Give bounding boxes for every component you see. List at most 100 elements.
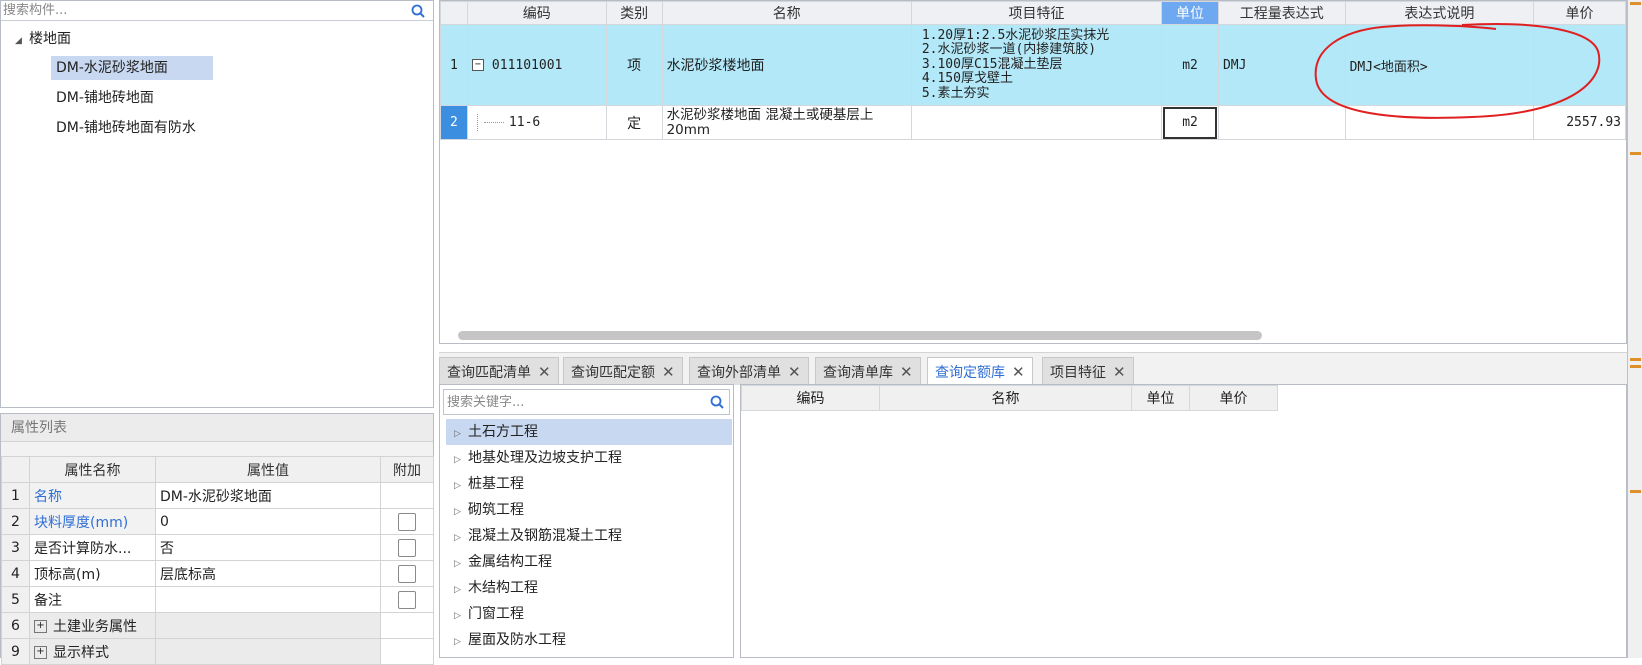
property-row[interactable]: 4 顶标高(m) 层底标高 xyxy=(1,560,434,587)
header-unit[interactable]: 单位 xyxy=(1131,385,1190,411)
prop-group[interactable]: + 土建业务属性 xyxy=(29,612,156,639)
tree-item-cement-floor[interactable]: DM-水泥砂浆地面 xyxy=(51,56,213,80)
code-cell[interactable]: −011101001 xyxy=(466,24,607,106)
unit-cell[interactable]: m2 xyxy=(1161,24,1219,106)
expand-triangle-icon[interactable]: ▷ xyxy=(454,525,468,551)
expand-triangle-icon[interactable]: ▷ xyxy=(454,447,468,473)
property-panel: 属性列表 属性名称 属性值 附加 1 名称 DM-水泥砂浆地面 2 块料厚度(m… xyxy=(0,413,434,665)
query-tab-bar: 查询匹配清单 ✕ 查询匹配定额 ✕ 查询外部清单 ✕ 查询清单库 ✕ 查询定额库 ✕ 项目… xyxy=(439,352,1627,385)
plus-box-icon[interactable]: + xyxy=(34,646,47,659)
header-name[interactable]: 名称 xyxy=(879,385,1132,411)
category-item[interactable]: ▷ 木结构工程 xyxy=(446,575,732,601)
features-cell[interactable]: 1.20厚1:2.5水泥砂浆压实抹光 2.水泥砂浆一道(内掺建筑胶) 3.100… xyxy=(910,24,1163,106)
quota-search-input[interactable] xyxy=(447,392,697,412)
quota-search xyxy=(443,389,730,415)
close-icon[interactable]: ✕ xyxy=(900,363,913,381)
tree-root[interactable]: ◢ 楼地面 xyxy=(15,28,71,50)
checkbox-icon[interactable] xyxy=(398,564,416,583)
header-unit[interactable]: 单位 xyxy=(1161,1,1219,25)
feature-line: 2.水泥砂浆一道(内掺建筑胶) xyxy=(921,42,1097,58)
category-label: 混凝土及钢筋混凝土工程 xyxy=(468,528,622,544)
close-icon[interactable]: ✕ xyxy=(1113,363,1126,381)
expand-triangle-icon[interactable]: ▷ xyxy=(454,421,468,447)
category-item[interactable]: ▷ 砌筑工程 xyxy=(446,497,732,523)
header-extra: 附加 xyxy=(380,456,434,483)
header-features[interactable]: 项目特征 xyxy=(910,1,1163,25)
tab-label: 查询外部清单 xyxy=(697,365,781,381)
type-cell[interactable]: 项 xyxy=(605,24,663,106)
header-blank xyxy=(1,456,30,483)
unit-cell[interactable]: m2 xyxy=(1161,105,1219,140)
prop-value[interactable]: DM-水泥砂浆地面 xyxy=(155,482,381,509)
close-icon[interactable]: ✕ xyxy=(1012,363,1025,381)
component-search-input[interactable] xyxy=(3,1,403,20)
expand-triangle-icon[interactable]: ▷ xyxy=(454,551,468,577)
header-name[interactable]: 名称 xyxy=(661,1,912,25)
header-code[interactable]: 编码 xyxy=(466,1,607,25)
close-icon[interactable]: ✕ xyxy=(788,363,801,381)
features-cell[interactable] xyxy=(910,105,1163,140)
expand-triangle-icon[interactable]: ▷ xyxy=(454,577,468,603)
property-row[interactable]: 1 名称 DM-水泥砂浆地面 xyxy=(1,482,434,509)
checkbox-icon[interactable] xyxy=(398,512,416,531)
row-number[interactable]: 2 xyxy=(440,105,468,140)
name-cell[interactable]: 水泥砂浆楼地面 混凝土或硬基层上 20mm xyxy=(661,105,912,140)
component-tree-panel: ◢楼地面 DM-水泥砂浆地面 DM-铺地砖地面 DM-铺地砖地面有防水 xyxy=(0,0,434,408)
category-item[interactable]: ▷ 桩基工程 xyxy=(446,471,732,497)
name-cell[interactable]: 水泥砂浆楼地面 xyxy=(661,24,912,106)
category-item[interactable]: ▷ 金属结构工程 xyxy=(446,549,732,575)
expand-triangle-icon[interactable]: ▷ xyxy=(454,629,468,655)
category-item[interactable]: ▷ 屋面及防水工程 xyxy=(446,627,732,653)
tree-item-tile-floor-waterproof[interactable]: DM-铺地砖地面有防水 xyxy=(51,116,213,140)
horizontal-scrollbar[interactable] xyxy=(458,331,1262,340)
tree-item-tile-floor[interactable]: DM-铺地砖地面 xyxy=(51,86,213,110)
bill-quota-grid: 编码 类别 名称 项目特征 单位 工程量表达式 表达式说明 单价 1 −0111… xyxy=(439,0,1627,344)
prop-name: 名称 xyxy=(29,482,156,509)
tab-match-bill[interactable]: 查询匹配清单 ✕ xyxy=(439,357,559,385)
expand-triangle-icon[interactable]: ▷ xyxy=(454,473,468,499)
component-search xyxy=(1,1,433,21)
search-icon[interactable] xyxy=(709,394,725,410)
prop-extra xyxy=(380,482,434,509)
checkbox-icon[interactable] xyxy=(398,590,416,609)
property-group-row[interactable]: 6 + 土建业务属性 xyxy=(1,612,434,639)
header-type[interactable]: 类别 xyxy=(605,1,663,25)
minus-box-icon[interactable]: − xyxy=(471,59,484,71)
property-row[interactable]: 3 是否计算防水... 否 xyxy=(1,534,434,561)
code-cell[interactable]: 11-6 xyxy=(466,105,607,140)
category-item[interactable]: ▷ 门窗工程 xyxy=(446,601,732,627)
expand-triangle-icon[interactable]: ▷ xyxy=(454,603,468,629)
property-row[interactable]: 5 备注 xyxy=(1,586,434,613)
category-item[interactable]: ▷ 混凝土及钢筋混凝土工程 xyxy=(446,523,732,549)
tab-bill-library[interactable]: 查询清单库 ✕ xyxy=(815,357,921,385)
prop-value[interactable] xyxy=(155,586,381,613)
quota-result-table: 编码 名称 单位 单价 xyxy=(741,385,1278,411)
row-number[interactable]: 1 xyxy=(440,24,468,106)
expand-triangle-icon[interactable]: ▷ xyxy=(454,499,468,525)
tab-quota-library[interactable]: 查询定额库 ✕ xyxy=(927,357,1033,385)
prop-value[interactable]: 否 xyxy=(155,534,381,561)
plus-box-icon[interactable]: + xyxy=(34,620,47,633)
close-icon[interactable]: ✕ xyxy=(538,363,551,381)
category-label: 屋面及防水工程 xyxy=(468,632,566,648)
prop-value[interactable]: 层底标高 xyxy=(155,560,381,587)
type-cell[interactable]: 定 xyxy=(605,105,663,140)
close-icon[interactable]: ✕ xyxy=(662,363,675,381)
property-row[interactable]: 2 块料厚度(mm) 0 xyxy=(1,508,434,535)
checkbox-icon[interactable] xyxy=(398,538,416,557)
tab-item-features[interactable]: 项目特征 ✕ xyxy=(1042,357,1134,385)
property-group-row[interactable]: 9 + 显示样式 xyxy=(1,638,434,665)
prop-group[interactable]: + 显示样式 xyxy=(29,638,156,665)
prop-extra xyxy=(380,534,434,561)
category-label: 砌筑工程 xyxy=(468,502,524,518)
collapse-triangle-icon[interactable]: ◢ xyxy=(15,30,29,52)
tab-external-bill[interactable]: 查询外部清单 ✕ xyxy=(689,357,809,385)
tab-match-quota[interactable]: 查询匹配定额 ✕ xyxy=(563,357,683,385)
category-item[interactable]: ▷ 地基处理及边坡支护工程 xyxy=(446,445,732,471)
prop-value[interactable]: 0 xyxy=(155,508,381,535)
header-code[interactable]: 编码 xyxy=(741,385,880,411)
search-icon[interactable] xyxy=(410,3,426,19)
header-price[interactable]: 单价 xyxy=(1189,385,1278,411)
tab-label: 查询定额库 xyxy=(935,365,1005,381)
category-item[interactable]: ▷ 土石方工程 xyxy=(446,419,732,445)
